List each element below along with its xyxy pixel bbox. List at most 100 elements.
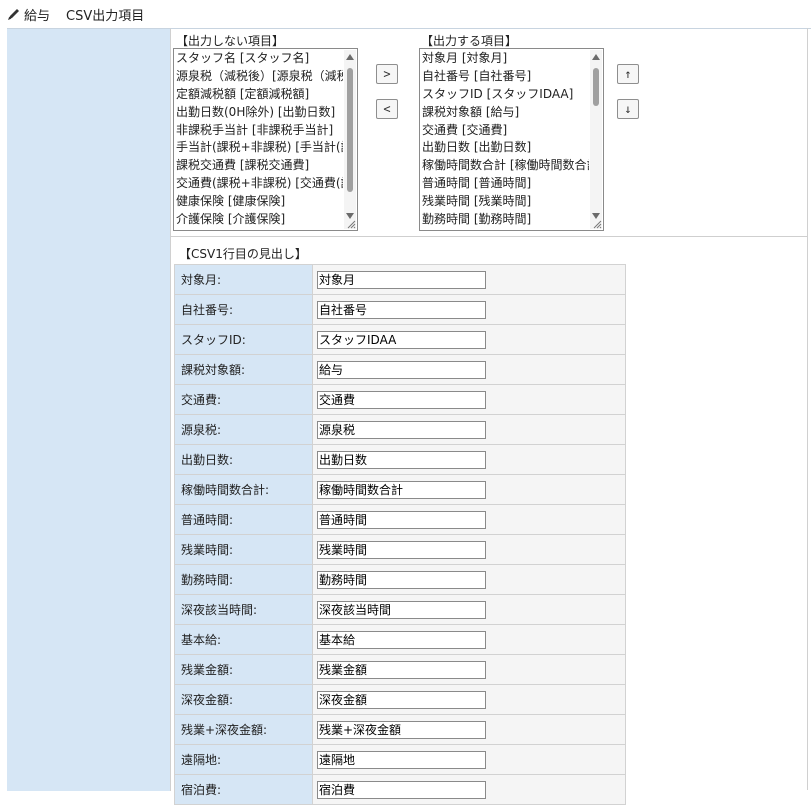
row-value-cell — [312, 444, 626, 475]
resize-grip-icon[interactable] — [593, 220, 602, 229]
list-item[interactable]: スタッフ名 [スタッフ名] — [176, 50, 343, 68]
list-item[interactable]: 源泉税（減税後）[源泉税（減税後）] — [176, 68, 343, 86]
panel-border — [807, 28, 808, 790]
header-name-input[interactable] — [317, 360, 486, 379]
row-label: 残業時間: — [174, 534, 313, 565]
row-value-cell — [312, 264, 626, 295]
row-label: 深夜該当時間: — [174, 594, 313, 625]
row-label: 遠隔地: — [174, 744, 313, 775]
row-label: 出勤日数: — [174, 444, 313, 475]
remove-item-button[interactable]: < — [376, 99, 398, 119]
scroll-thumb[interactable] — [593, 68, 599, 106]
row-label: 普通時間: — [174, 504, 313, 535]
add-item-button[interactable]: > — [376, 64, 398, 84]
exclude-list-caption: 【出力しない項目】 — [176, 34, 285, 48]
row-label: 残業+深夜金額: — [174, 714, 313, 745]
move-up-button[interactable]: ↑ — [617, 64, 639, 84]
header-name-input[interactable] — [317, 690, 486, 709]
table-row: 出勤日数: — [174, 444, 626, 475]
table-row: 源泉税: — [174, 414, 626, 445]
page-subtitle: CSV出力項目 — [66, 8, 145, 24]
list-item[interactable]: 残業時間 [残業時間] — [422, 193, 589, 211]
scroll-down-icon[interactable] — [346, 213, 354, 219]
header-name-input[interactable] — [317, 270, 486, 289]
row-label: 深夜金額: — [174, 684, 313, 715]
table-row: 基本給: — [174, 624, 626, 655]
scroll-up-icon[interactable] — [346, 54, 354, 60]
resize-grip-icon[interactable] — [347, 220, 356, 229]
include-items: 対象月 [対象月] 自社番号 [自社番号] スタッフID [スタッフIDAA] 課税対… — [422, 50, 589, 229]
row-value-cell — [312, 684, 626, 715]
row-label: 勤務時間: — [174, 564, 313, 595]
list-item[interactable]: 交通費(課税+非課税) [交通費(課税+非課税)] — [176, 175, 343, 193]
list-item[interactable]: スタッフID [スタッフIDAA] — [422, 86, 589, 104]
row-value-cell — [312, 714, 626, 745]
row-value-cell — [312, 624, 626, 655]
row-value-cell — [312, 294, 626, 325]
list-item[interactable]: 課税交通費 [課税交通費] — [176, 157, 343, 175]
row-value-cell — [312, 414, 626, 445]
list-item[interactable]: 健康保険 [健康保険] — [176, 193, 343, 211]
list-item[interactable]: 普通時間 [普通時間] — [422, 175, 589, 193]
header-name-input[interactable] — [317, 660, 486, 679]
scroll-up-icon[interactable] — [592, 54, 600, 60]
list-item[interactable]: 自社番号 [自社番号] — [422, 68, 589, 86]
header-name-input[interactable] — [317, 630, 486, 649]
row-value-cell — [312, 354, 626, 385]
table-row: スタッフID: — [174, 324, 626, 355]
table-row: 勤務時間: — [174, 564, 626, 595]
header-name-input[interactable] — [317, 420, 486, 439]
table-row: 残業時間: — [174, 534, 626, 565]
exclude-items: スタッフ名 [スタッフ名]源泉税（減税後）[源泉税（減税後）]定額減税額 [定額… — [176, 50, 343, 229]
page-title: 給与 — [24, 8, 51, 24]
include-listbox[interactable]: 対象月 [対象月] 自社番号 [自社番号] スタッフID [スタッフIDAA] 課税対… — [419, 48, 604, 231]
header-name-input[interactable] — [317, 600, 486, 619]
list-item[interactable]: 課税対象額 [給与] — [422, 104, 589, 122]
csv-header-table: 対象月:自社番号:スタッフID:課税対象額:交通費:源泉税:出勤日数:稼働時間数… — [174, 264, 626, 805]
header-name-input[interactable] — [317, 330, 486, 349]
scroll-thumb[interactable] — [347, 68, 353, 192]
row-value-cell — [312, 534, 626, 565]
list-item[interactable]: 出勤日数(0H除外) [出勤日数] — [176, 104, 343, 122]
list-item[interactable]: 定額減税額 [定額減税額] — [176, 86, 343, 104]
row-value-cell — [312, 744, 626, 775]
pencil-icon — [8, 9, 19, 20]
row-label: 課税対象額: — [174, 354, 313, 385]
list-item[interactable]: 稼働時間数合計 [稼働時間数合計] — [422, 157, 589, 175]
row-label: スタッフID: — [174, 324, 313, 355]
list-item[interactable]: 出勤日数 [出勤日数] — [422, 139, 589, 157]
row-label: 源泉税: — [174, 414, 313, 445]
list-item[interactable]: 非課税手当計 [非課税手当計] — [176, 122, 343, 140]
list-item[interactable]: 介護保険 [介護保険] — [176, 211, 343, 229]
header-name-input[interactable] — [317, 570, 486, 589]
include-scrollbar[interactable] — [590, 50, 602, 229]
row-value-cell — [312, 594, 626, 625]
list-item[interactable]: 勤務時間 [勤務時間] — [422, 211, 589, 229]
scroll-down-icon[interactable] — [592, 213, 600, 219]
exclude-listbox[interactable]: スタッフ名 [スタッフ名]源泉税（減税後）[源泉税（減税後）]定額減税額 [定額… — [173, 48, 358, 231]
header-name-input[interactable] — [317, 480, 486, 499]
list-item[interactable]: 交通費 [交通費] — [422, 122, 589, 140]
header-name-input[interactable] — [317, 300, 486, 319]
row-label: 稼働時間数合計: — [174, 474, 313, 505]
table-row: 稼働時間数合計: — [174, 474, 626, 505]
header-name-input[interactable] — [317, 750, 486, 769]
header-name-input[interactable] — [317, 450, 486, 469]
table-row: 自社番号: — [174, 294, 626, 325]
header-name-input[interactable] — [317, 510, 486, 529]
table-row: 課税対象額: — [174, 354, 626, 385]
row-value-cell — [312, 474, 626, 505]
row-label: 自社番号: — [174, 294, 313, 325]
table-row: 深夜該当時間: — [174, 594, 626, 625]
header-name-input[interactable] — [317, 720, 486, 739]
list-item[interactable]: 対象月 [対象月] — [422, 50, 589, 68]
move-down-button[interactable]: ↓ — [617, 99, 639, 119]
header-name-input[interactable] — [317, 540, 486, 559]
row-value-cell — [312, 504, 626, 535]
table-row: 遠隔地: — [174, 744, 626, 775]
table-row: 交通費: — [174, 384, 626, 415]
table-row: 対象月: — [174, 264, 626, 295]
exclude-scrollbar[interactable] — [344, 50, 356, 229]
header-name-input[interactable] — [317, 390, 486, 409]
list-item[interactable]: 手当計(課税+非課税) [手当計(課税+非課税)] — [176, 139, 343, 157]
